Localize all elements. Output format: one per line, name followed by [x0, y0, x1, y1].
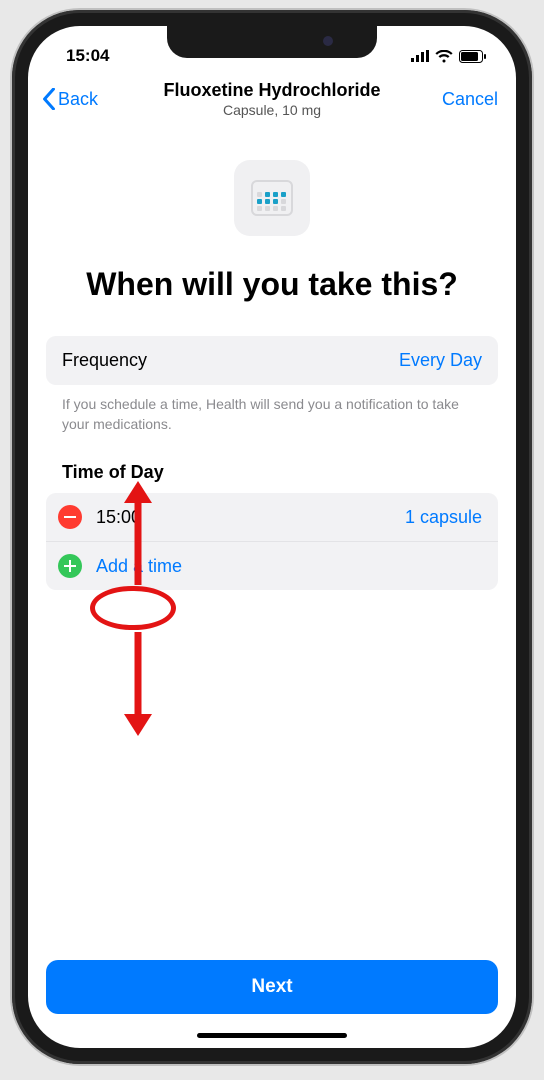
frequency-row[interactable]: Frequency Every Day: [46, 336, 498, 385]
status-time: 15:04: [66, 46, 109, 66]
content: When will you take this? Frequency Every…: [28, 120, 516, 1048]
phone-screen: 15:04 Back Fluoxetine Hydrochloride Caps…: [28, 26, 516, 1048]
cancel-button[interactable]: Cancel: [442, 89, 498, 110]
add-time-label: Add a time: [96, 556, 182, 577]
chevron-left-icon: [42, 88, 56, 110]
phone-frame: 15:04 Back Fluoxetine Hydrochloride Caps…: [12, 10, 532, 1064]
dose-value[interactable]: 1 capsule: [405, 507, 482, 528]
plus-icon: [64, 560, 76, 572]
signal-icon: [411, 50, 429, 62]
home-indicator[interactable]: [197, 1033, 347, 1038]
page-heading: When will you take this?: [46, 264, 498, 304]
time-of-day-label: Time of Day: [62, 462, 498, 483]
remove-time-button[interactable]: [58, 505, 82, 529]
nav-bar: Back Fluoxetine Hydrochloride Capsule, 1…: [28, 74, 516, 120]
back-label: Back: [58, 89, 98, 110]
status-icons: [411, 50, 486, 63]
add-time-row[interactable]: Add a time: [46, 541, 498, 590]
calendar-icon: [234, 160, 310, 236]
wifi-icon: [435, 50, 453, 63]
time-list: 15:00 1 capsule Add a time: [46, 493, 498, 590]
add-time-button[interactable]: [58, 554, 82, 578]
next-button[interactable]: Next: [46, 960, 498, 1014]
frequency-value: Every Day: [399, 350, 482, 371]
notch: [167, 26, 377, 58]
back-button[interactable]: Back: [42, 88, 98, 110]
frequency-label: Frequency: [62, 350, 147, 371]
time-row: 15:00 1 capsule: [46, 493, 498, 541]
minus-icon: [64, 516, 76, 518]
battery-icon: [459, 50, 486, 63]
time-value[interactable]: 15:00: [96, 507, 141, 528]
hint-text: If you schedule a time, Health will send…: [46, 385, 498, 434]
